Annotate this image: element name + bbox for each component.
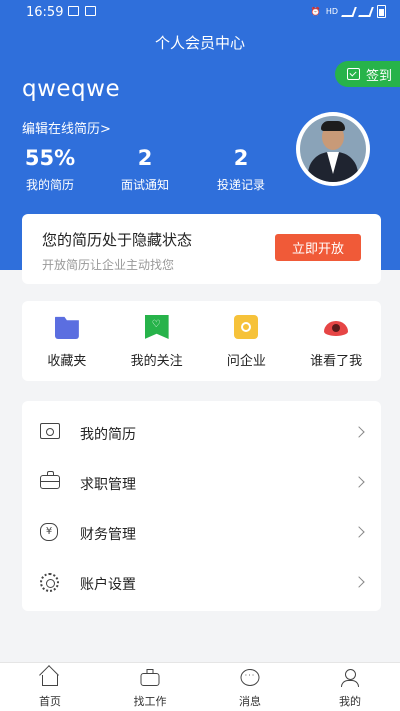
q-mark xyxy=(241,322,252,332)
quick-label: 收藏夹 xyxy=(47,354,87,369)
follow-bookmark-icon: ♡ xyxy=(144,315,169,339)
tab-label: 首页 xyxy=(39,695,61,708)
message-icon: ··· xyxy=(240,669,260,686)
status-system-icons: ⏰ HD xyxy=(311,5,386,18)
signin-button[interactable]: 签到 xyxy=(335,61,400,87)
message-notification-icon xyxy=(85,6,96,16)
favorites-folder-icon xyxy=(54,316,79,339)
chevron-right-icon xyxy=(353,526,365,538)
stat-value: 2 xyxy=(137,146,153,170)
stat-label: 投递记录 xyxy=(216,178,265,192)
menu-item-job-management[interactable]: 求职管理 xyxy=(22,457,381,507)
tab-messages[interactable]: ··· 消息 xyxy=(200,663,300,711)
menu-label: 财务管理 xyxy=(80,527,136,543)
bottom-tab-bar: 首页 找工作 ··· 消息 我的 xyxy=(0,662,400,711)
quick-who-viewed[interactable]: 谁看了我 xyxy=(291,301,381,381)
status-time: 16:59 xyxy=(26,5,64,20)
stat-label: 面试通知 xyxy=(120,178,169,192)
menu-label: 我的简历 xyxy=(80,427,136,443)
heart-icon: ♡ xyxy=(151,319,161,330)
stat-value: 2 xyxy=(233,146,249,170)
stat-label: 我的简历 xyxy=(25,178,74,192)
resume-visibility-card: 您的简历处于隐藏状态 开放简历让企业主动找您 立即开放 xyxy=(22,214,381,284)
edit-resume-link[interactable]: 编辑在线简历> xyxy=(22,118,111,137)
money-bag-icon: ¥ xyxy=(40,523,58,541)
tab-mine[interactable]: 我的 xyxy=(300,663,400,711)
calendar-check-icon xyxy=(347,68,360,80)
battery-icon xyxy=(377,5,386,18)
signal-icon-2 xyxy=(358,6,374,17)
chevron-right-icon xyxy=(353,476,365,488)
tab-home[interactable]: 首页 xyxy=(0,663,100,711)
signin-label: 签到 xyxy=(366,68,393,84)
chevron-right-icon xyxy=(353,576,365,588)
ask-company-icon xyxy=(234,315,259,339)
who-viewed-me-eye-icon xyxy=(324,321,349,336)
quick-label: 问企业 xyxy=(226,354,266,369)
hd-label: HD xyxy=(325,7,338,16)
open-resume-button[interactable]: 立即开放 xyxy=(275,234,361,261)
status-bar: 16:59 ⏰ HD xyxy=(0,0,400,24)
quick-label: 谁看了我 xyxy=(310,354,363,369)
menu-item-my-resume[interactable]: 我的简历 xyxy=(22,407,381,457)
avatar-photo xyxy=(300,116,366,182)
tab-label: 找工作 xyxy=(133,695,167,708)
tab-label: 消息 xyxy=(239,695,261,708)
quick-actions-card: 收藏夹 ♡ 我的关注 问企业 谁看了我 xyxy=(22,301,381,381)
stat-interview-notices[interactable]: 2 面试通知 xyxy=(112,146,178,193)
tab-find-job[interactable]: 找工作 xyxy=(100,663,200,711)
resume-hidden-subtitle: 开放简历让企业主动找您 xyxy=(42,258,175,272)
resume-icon xyxy=(40,423,60,439)
menu-item-finance[interactable]: ¥ 财务管理 xyxy=(22,507,381,557)
quick-label: 我的关注 xyxy=(130,354,183,369)
username: qweqwe xyxy=(22,76,121,102)
page-title: 个人会员中心 xyxy=(154,34,245,52)
menu-card: 我的简历 求职管理 ¥ 财务管理 账户设置 xyxy=(22,401,381,611)
resume-hidden-title: 您的简历处于隐藏状态 xyxy=(42,231,193,249)
avatar[interactable] xyxy=(296,112,370,186)
briefcase-icon xyxy=(40,471,60,489)
alarm-icon: ⏰ xyxy=(310,7,321,16)
tab-label: 我的 xyxy=(339,695,361,708)
eye-pupil xyxy=(332,324,341,332)
image-notification-icon xyxy=(68,6,79,16)
menu-label: 账户设置 xyxy=(80,577,136,593)
stat-my-resume[interactable]: 55% 我的简历 xyxy=(20,146,80,193)
briefcase-icon xyxy=(140,669,160,686)
avatar-hair xyxy=(321,121,345,131)
quick-ask-company[interactable]: 问企业 xyxy=(202,301,292,381)
menu-item-account-settings[interactable]: 账户设置 xyxy=(22,557,381,607)
chevron-right-icon xyxy=(353,426,365,438)
menu-label: 求职管理 xyxy=(80,477,136,493)
signal-icon xyxy=(341,6,357,17)
quick-favorites[interactable]: 收藏夹 xyxy=(22,301,112,381)
status-notification-icons xyxy=(68,6,96,16)
stat-value: 55% xyxy=(24,146,76,170)
gear-icon xyxy=(40,573,59,592)
quick-following[interactable]: ♡ 我的关注 xyxy=(112,301,202,381)
home-icon xyxy=(42,675,58,686)
stat-applications[interactable]: 2 投递记录 xyxy=(208,146,274,193)
user-icon xyxy=(341,669,359,687)
